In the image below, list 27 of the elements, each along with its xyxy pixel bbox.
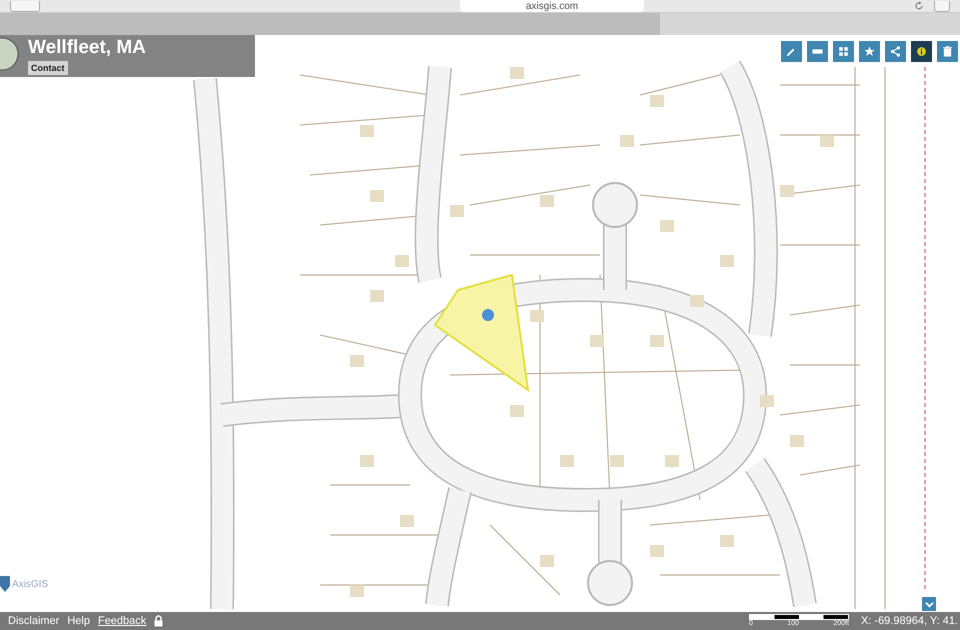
share-tool-button[interactable] (885, 41, 906, 62)
layers-tool-button[interactable] (833, 41, 854, 62)
footer-link[interactable]: Feedback (98, 615, 146, 627)
address-bar[interactable]: axisgis.com (460, 0, 644, 12)
chevron-down-icon (924, 600, 934, 608)
map-pin-icon[interactable] (482, 309, 494, 321)
trash-icon (941, 45, 954, 58)
delete-tool-button[interactable] (937, 41, 958, 62)
logo-text: AxisGIS (12, 578, 48, 590)
coordinates-readout: X: -69.98964, Y: 41. (860, 615, 958, 627)
reload-icon[interactable] (914, 1, 924, 11)
measure-tool-button[interactable] (807, 41, 828, 62)
shield-icon (0, 575, 10, 593)
expand-button[interactable] (922, 597, 936, 611)
lock-icon (154, 615, 164, 627)
bookmark-tool-button[interactable] (859, 41, 880, 62)
sidebar-toggle-button[interactable] (10, 0, 40, 12)
town-seal-icon (0, 37, 20, 71)
footer-link[interactable]: Help (67, 615, 90, 627)
info-icon (915, 45, 928, 58)
footer-link[interactable]: Disclaimer (8, 615, 60, 627)
town-title: Wellfleet, MA (28, 37, 146, 59)
star-icon (863, 45, 876, 58)
info-tool-button[interactable] (911, 41, 932, 62)
contact-button[interactable]: Contact (28, 61, 68, 75)
grid-icon (837, 45, 850, 58)
edit-tool-button[interactable] (781, 41, 802, 62)
